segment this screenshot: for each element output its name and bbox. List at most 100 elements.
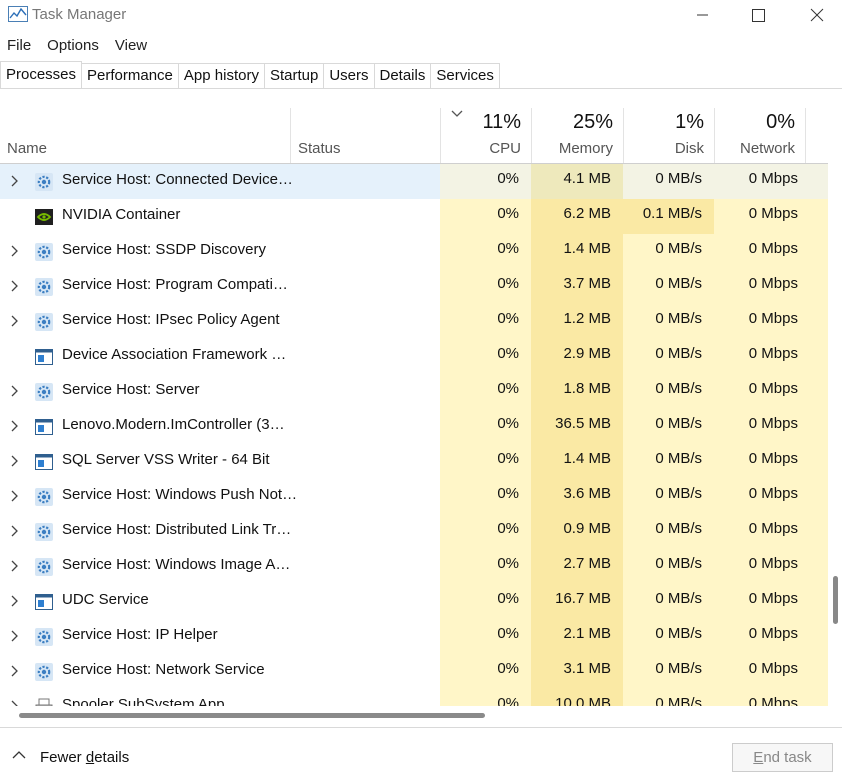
- process-name: Service Host: Distributed Link Tr…: [62, 521, 292, 538]
- network-cell: 0 Mbps: [714, 199, 828, 234]
- cpu-cell: 0%: [440, 444, 531, 479]
- process-name-cell[interactable]: Service Host: Connected Device…: [0, 164, 440, 199]
- chevron-right-icon[interactable]: [8, 628, 22, 644]
- footer-bar: Fewer details End task: [0, 727, 842, 776]
- tab-startup[interactable]: Startup: [264, 63, 325, 89]
- tab-users[interactable]: Users: [324, 63, 375, 89]
- chevron-up-icon[interactable]: [12, 750, 26, 759]
- table-row[interactable]: Service Host: IPsec Policy Agent 0% 1.2 MB…: [0, 304, 828, 339]
- table-row[interactable]: Service Host: Network Service 0% 3.1 MB 0 M…: [0, 654, 828, 689]
- fewer-details-link[interactable]: Fewer details: [40, 749, 129, 766]
- table-row[interactable]: Service Host: Connected Device… 0% 4.1 MB 0…: [0, 164, 828, 199]
- chevron-right-icon[interactable]: [8, 243, 22, 259]
- process-name-cell[interactable]: SQL Server VSS Writer - 64 Bit: [0, 444, 440, 479]
- chevron-right-icon[interactable]: [8, 488, 22, 504]
- cpu-cell: 0%: [440, 199, 531, 234]
- tab-performance[interactable]: Performance: [82, 63, 179, 89]
- tab-services[interactable]: Services: [431, 63, 500, 89]
- process-name-cell[interactable]: Service Host: Windows Image A…: [0, 549, 440, 584]
- cpu-cell: 0%: [440, 584, 531, 619]
- process-name: Lenovo.Modern.ImController (3…: [62, 416, 285, 433]
- column-header-status[interactable]: Status: [291, 108, 440, 163]
- disk-cell: 0 MB/s: [623, 549, 714, 584]
- tab-app-history[interactable]: App history: [178, 63, 265, 89]
- table-row[interactable]: Service Host: Windows Image A… 0% 2.7 MB 0 …: [0, 549, 828, 584]
- process-name-cell[interactable]: Service Host: Distributed Link Tr…: [0, 514, 440, 549]
- minimize-button[interactable]: [680, 0, 726, 30]
- process-name-cell[interactable]: NVIDIA Container: [0, 199, 440, 234]
- chevron-right-icon[interactable]: [8, 383, 22, 399]
- network-cell: 0 Mbps: [714, 409, 828, 444]
- menu-bar: File Options View: [0, 35, 156, 57]
- table-row[interactable]: Service Host: Distributed Link Tr… 0% 0.9 …: [0, 514, 828, 549]
- process-name-cell[interactable]: Service Host: IP Helper: [0, 619, 440, 654]
- table-row[interactable]: Lenovo.Modern.ImController (3… 0% 36.5 MB 0…: [0, 409, 828, 444]
- fewer-details-accelerator: d: [85, 749, 95, 766]
- network-cell: 0 Mbps: [714, 479, 828, 514]
- chevron-right-icon[interactable]: [8, 663, 22, 679]
- menu-file[interactable]: File: [0, 35, 40, 57]
- process-name-cell[interactable]: Service Host: Server: [0, 374, 440, 409]
- process-name-cell[interactable]: Service Host: Program Compati…: [0, 269, 440, 304]
- process-list[interactable]: Service Host: Connected Device… 0% 4.1 MB 0…: [0, 164, 828, 706]
- table-row[interactable]: UDC Service 0% 16.7 MB 0 MB/s 0 Mbps: [0, 584, 828, 619]
- table-row[interactable]: Service Host: Program Compati… 0% 3.7 MB 0 …: [0, 269, 828, 304]
- process-name-cell[interactable]: Lenovo.Modern.ImController (3…: [0, 409, 440, 444]
- column-header-cpu[interactable]: 11% CPU: [441, 108, 531, 163]
- process-name-cell[interactable]: Service Host: Network Service: [0, 654, 440, 689]
- disk-cell: 0 MB/s: [623, 269, 714, 304]
- gear-icon: [35, 628, 53, 646]
- column-header-name[interactable]: Name: [0, 108, 290, 163]
- table-row[interactable]: Spooler SubSystem App 0% 10.0 MB 0 MB/s 0 Mb…: [0, 689, 828, 706]
- gear-icon: [35, 558, 53, 576]
- cpu-cell: 0%: [440, 304, 531, 339]
- disk-cell: 0.1 MB/s: [623, 199, 714, 234]
- process-name-cell[interactable]: Service Host: IPsec Policy Agent: [0, 304, 440, 339]
- gear-icon: [35, 663, 53, 681]
- table-row[interactable]: Service Host: SSDP Discovery 0% 1.4 MB 0 MB…: [0, 234, 828, 269]
- chevron-right-icon[interactable]: [8, 523, 22, 539]
- chevron-right-icon[interactable]: [8, 278, 22, 294]
- menu-view[interactable]: View: [108, 35, 156, 57]
- network-percent: 0%: [766, 111, 795, 133]
- tab-details[interactable]: Details: [374, 63, 432, 89]
- table-row[interactable]: SQL Server VSS Writer - 64 Bit 0% 1.4 MB 0 …: [0, 444, 828, 479]
- network-cell: 0 Mbps: [714, 689, 828, 706]
- chevron-right-icon[interactable]: [8, 313, 22, 329]
- chevron-right-icon[interactable]: [8, 558, 22, 574]
- horizontal-scrollbar[interactable]: [0, 706, 828, 726]
- close-button[interactable]: [794, 0, 840, 30]
- process-name-cell[interactable]: Device Association Framework …: [0, 339, 440, 374]
- menu-options[interactable]: Options: [40, 35, 108, 57]
- process-name-cell[interactable]: Spooler SubSystem App: [0, 689, 440, 706]
- column-header-memory[interactable]: 25% Memory: [532, 108, 623, 163]
- chevron-right-icon[interactable]: [8, 453, 22, 469]
- maximize-button[interactable]: [735, 0, 781, 30]
- table-row[interactable]: Device Association Framework … 0% 2.9 MB 0 …: [0, 339, 828, 374]
- table-row[interactable]: Service Host: Server 0% 1.8 MB 0 MB/s 0 Mbps: [0, 374, 828, 409]
- column-header-disk[interactable]: 1% Disk: [624, 108, 714, 163]
- horizontal-scroll-thumb[interactable]: [19, 713, 485, 718]
- chevron-right-icon[interactable]: [8, 698, 22, 706]
- vertical-scroll-thumb[interactable]: [833, 576, 838, 624]
- process-name-cell[interactable]: Service Host: Windows Push Not…: [0, 479, 440, 514]
- chevron-right-icon[interactable]: [8, 593, 22, 609]
- tab-processes[interactable]: Processes: [0, 61, 83, 89]
- process-name-cell[interactable]: Service Host: SSDP Discovery: [0, 234, 440, 269]
- end-task-button[interactable]: End task: [732, 743, 833, 772]
- cpu-percent: 11%: [482, 111, 521, 133]
- chevron-right-icon[interactable]: [8, 173, 22, 189]
- cpu-cell: 0%: [440, 549, 531, 584]
- table-row[interactable]: NVIDIA Container 0% 6.2 MB 0.1 MB/s 0 Mbps: [0, 199, 828, 234]
- table-row[interactable]: Service Host: IP Helper 0% 2.1 MB 0 MB/s 0 M…: [0, 619, 828, 654]
- gear-icon: [35, 488, 53, 506]
- process-name: Service Host: IPsec Policy Agent: [62, 311, 280, 328]
- vertical-scrollbar[interactable]: [828, 164, 842, 706]
- table-row[interactable]: Service Host: Windows Push Not… 0% 3.6 MB 0…: [0, 479, 828, 514]
- disk-cell: 0 MB/s: [623, 514, 714, 549]
- column-divider[interactable]: [805, 108, 806, 163]
- chevron-right-icon[interactable]: [8, 418, 22, 434]
- process-name-cell[interactable]: UDC Service: [0, 584, 440, 619]
- column-header-network[interactable]: 0% Network: [715, 108, 805, 163]
- network-cell: 0 Mbps: [714, 584, 828, 619]
